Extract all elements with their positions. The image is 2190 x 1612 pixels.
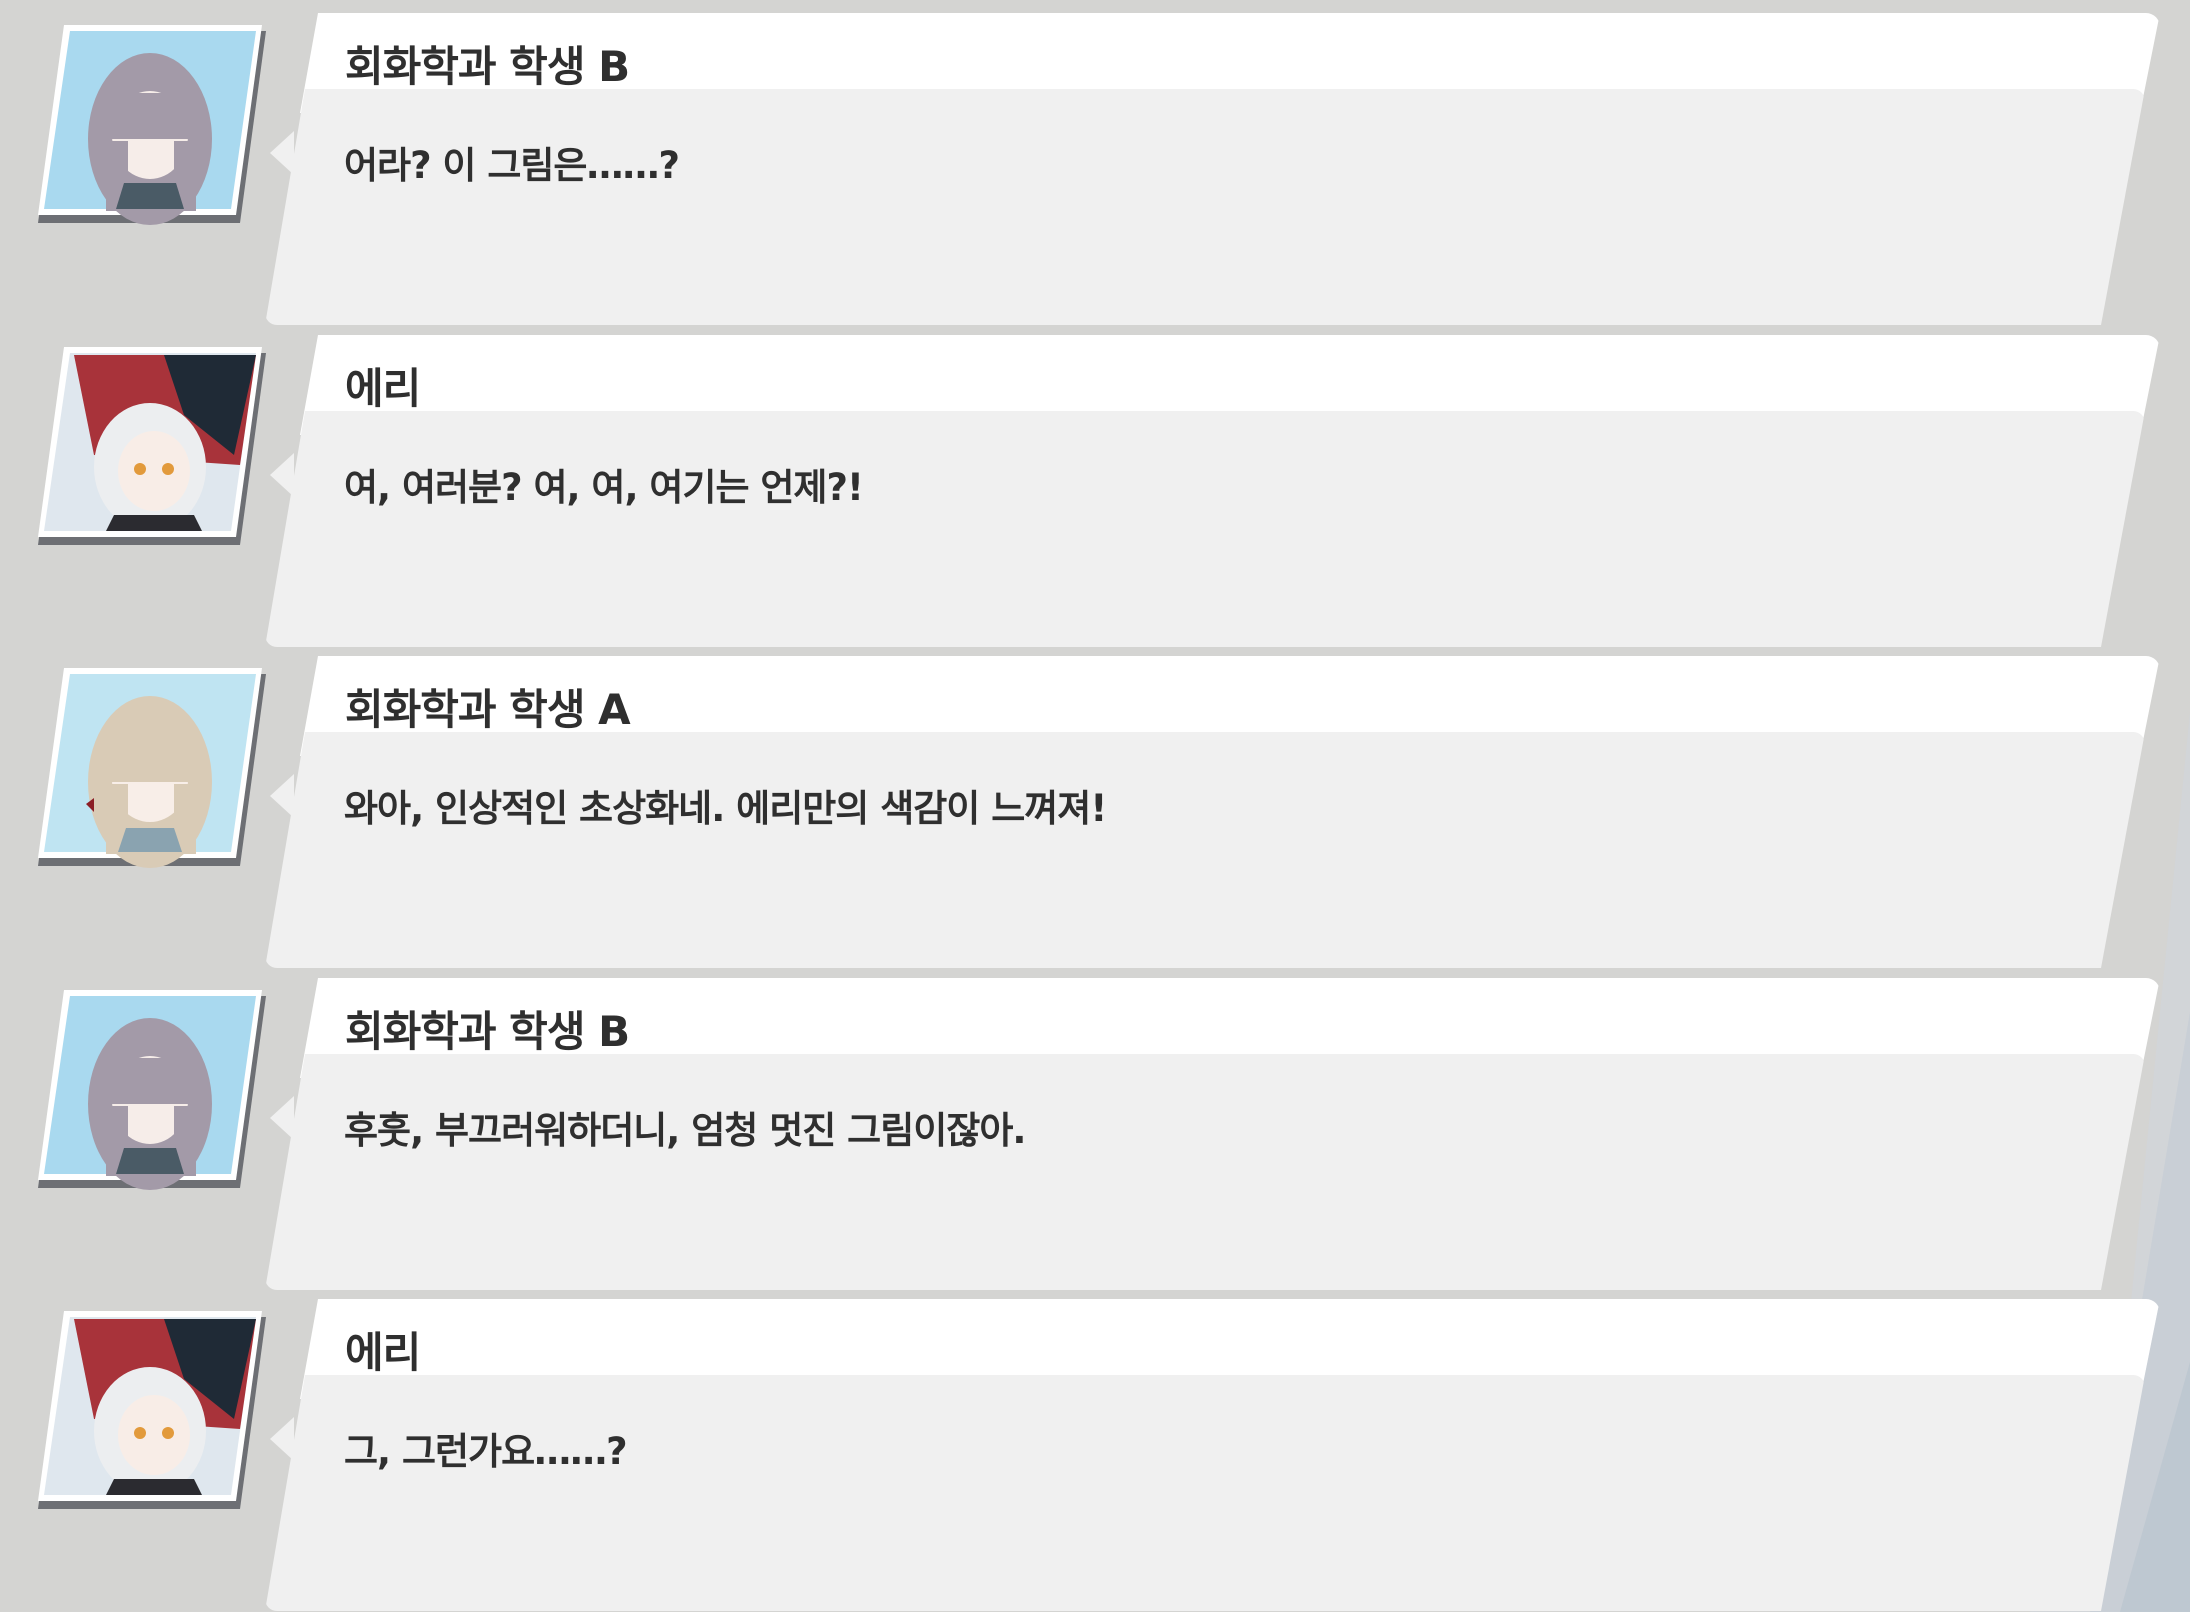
speaker-name: 에리 bbox=[345, 1328, 421, 1377]
speaker-name: 에리 bbox=[345, 364, 421, 413]
speaker-name: 회화학과 학생 A bbox=[345, 685, 631, 734]
dialogue-entry: 회화학과 학생 B 어라? 이 그림은……? bbox=[0, 13, 2190, 323]
speech-pointer bbox=[270, 1417, 294, 1461]
student-b-portrait-icon bbox=[34, 23, 266, 225]
dialogue-text: 어라? 이 그림은……? bbox=[344, 144, 680, 187]
dialogue-text-box bbox=[265, 1054, 2145, 1290]
dialogue-text-box bbox=[265, 411, 2145, 647]
student-b-portrait-icon bbox=[34, 988, 266, 1190]
dialogue-text: 그, 그런가요……? bbox=[344, 1430, 628, 1473]
eri-portrait-icon bbox=[34, 1309, 266, 1511]
dialogue-text-box bbox=[265, 89, 2145, 325]
speech-pointer bbox=[270, 131, 294, 175]
dialogue-text-box bbox=[265, 1375, 2145, 1611]
dialogue-entry: 회화학과 학생 A 와아, 인상적인 초상화네. 에리만의 색감이 느껴져! bbox=[0, 656, 2190, 966]
speech-pointer bbox=[270, 453, 294, 497]
speaker-name: 회화학과 학생 B bbox=[345, 1007, 630, 1056]
dialogue-text: 여, 여러분? 여, 여, 여기는 언제?! bbox=[344, 466, 864, 509]
dialogue-entry: 에리 여, 여러분? 여, 여, 여기는 언제?! bbox=[0, 335, 2190, 645]
dialogue-text-box bbox=[265, 732, 2145, 968]
dialogue-text: 와아, 인상적인 초상화네. 에리만의 색감이 느껴져! bbox=[344, 787, 1107, 830]
dialogue-entry: 에리 그, 그런가요……? bbox=[0, 1299, 2190, 1609]
dialogue-log-list[interactable]: 회화학과 학생 B 어라? 이 그림은……? 에리 여, 여러분? 여, 여, bbox=[0, 0, 2190, 1612]
speech-pointer bbox=[270, 1096, 294, 1140]
speaker-name: 회화학과 학생 B bbox=[345, 42, 630, 91]
dialogue-entry: 회화학과 학생 B 후훗, 부끄러워하더니, 엄청 멋진 그림이잖아. bbox=[0, 978, 2190, 1288]
eri-portrait-icon bbox=[34, 345, 266, 547]
dialogue-text: 후훗, 부끄러워하더니, 엄청 멋진 그림이잖아. bbox=[344, 1109, 1026, 1152]
speech-pointer bbox=[270, 774, 294, 818]
student-a-portrait-icon bbox=[34, 666, 266, 868]
